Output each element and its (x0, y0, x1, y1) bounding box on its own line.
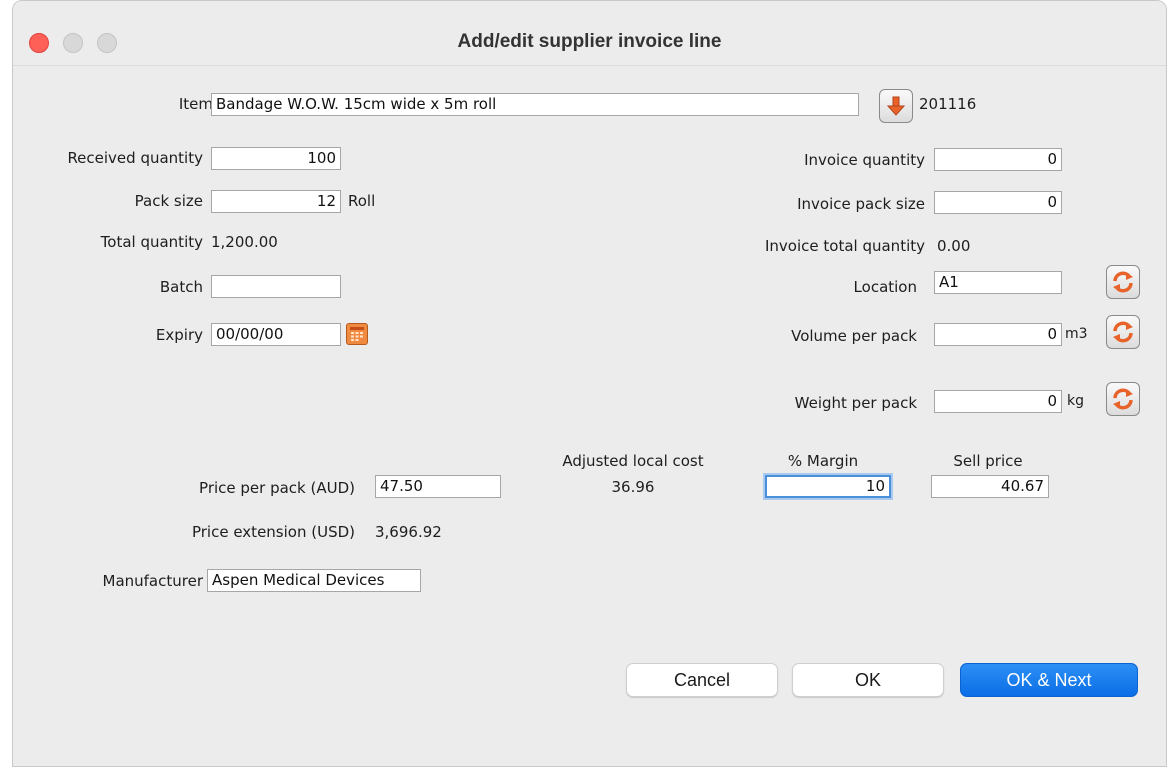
ok-button[interactable]: OK (792, 663, 944, 697)
refresh-icon (1113, 388, 1133, 410)
batch-label: Batch (159, 278, 203, 296)
volume-per-pack-field[interactable]: 0 (934, 323, 1062, 346)
weight-per-pack-label: Weight per pack (794, 394, 917, 412)
cancel-button[interactable]: Cancel (626, 663, 778, 697)
volume-per-pack-label: Volume per pack (791, 327, 917, 345)
refresh-icon (1113, 271, 1133, 293)
arrow-down-icon (886, 96, 906, 116)
margin-label: % Margin (787, 452, 859, 470)
invoice-quantity-label: Invoice quantity (804, 151, 925, 169)
item-field[interactable]: Bandage W.O.W. 15cm wide x 5m roll (211, 93, 859, 116)
price-per-pack-field[interactable]: 47.50 (375, 475, 501, 498)
received-quantity-field[interactable]: 100 (211, 147, 341, 170)
received-quantity-label: Received quantity (67, 149, 203, 167)
pack-size-label: Pack size (134, 192, 203, 210)
manufacturer-label: Manufacturer (102, 572, 204, 590)
price-per-pack-label: Price per pack (AUD) (199, 479, 355, 497)
location-label: Location (853, 278, 917, 296)
volume-refresh-button[interactable] (1106, 315, 1140, 349)
ok-next-button[interactable]: OK & Next (960, 663, 1138, 697)
adjusted-local-cost-label: Adjusted local cost (562, 452, 704, 470)
refresh-icon (1113, 321, 1133, 343)
invoice-total-quantity-label: Invoice total quantity (765, 237, 925, 255)
weight-refresh-button[interactable] (1106, 382, 1140, 416)
item-label: Item (178, 95, 213, 113)
calendar-icon[interactable] (346, 323, 368, 345)
invoice-pack-size-field[interactable]: 0 (934, 191, 1062, 214)
sell-price-label: Sell price (953, 452, 1023, 470)
adjusted-local-cost-value: 36.96 (611, 478, 655, 496)
price-extension-label: Price extension (USD) (191, 523, 355, 541)
volume-unit: m3 (1065, 326, 1088, 342)
location-refresh-button[interactable] (1106, 265, 1140, 299)
expiry-field[interactable]: 00/00/00 (211, 323, 341, 346)
location-field[interactable]: A1 (934, 271, 1062, 294)
item-code: 201116 (919, 95, 977, 113)
price-extension-value: 3,696.92 (375, 523, 442, 541)
manufacturer-field[interactable]: Aspen Medical Devices (207, 569, 421, 592)
invoice-quantity-field[interactable]: 0 (934, 148, 1062, 171)
weight-per-pack-field[interactable]: 0 (934, 390, 1062, 413)
pack-size-field[interactable]: 12 (211, 190, 341, 213)
total-quantity-label: Total quantity (100, 233, 203, 251)
batch-field[interactable] (211, 275, 341, 298)
sell-price-field[interactable]: 40.67 (931, 475, 1049, 498)
weight-unit: kg (1067, 393, 1084, 409)
invoice-pack-size-label: Invoice pack size (797, 195, 925, 213)
expiry-label: Expiry (155, 326, 203, 344)
total-quantity-value: 1,200.00 (211, 233, 278, 251)
item-lookup-button[interactable] (879, 89, 913, 123)
window-title: Add/edit supplier invoice line (457, 31, 722, 52)
title-bar: Add/edit supplier invoice line (13, 1, 1166, 66)
pack-size-unit: Roll (348, 192, 376, 210)
invoice-total-quantity-value: 0.00 (937, 237, 971, 255)
dialog-window: Add/edit supplier invoice line Item Band… (12, 0, 1167, 767)
margin-field[interactable]: 10 (765, 475, 891, 498)
